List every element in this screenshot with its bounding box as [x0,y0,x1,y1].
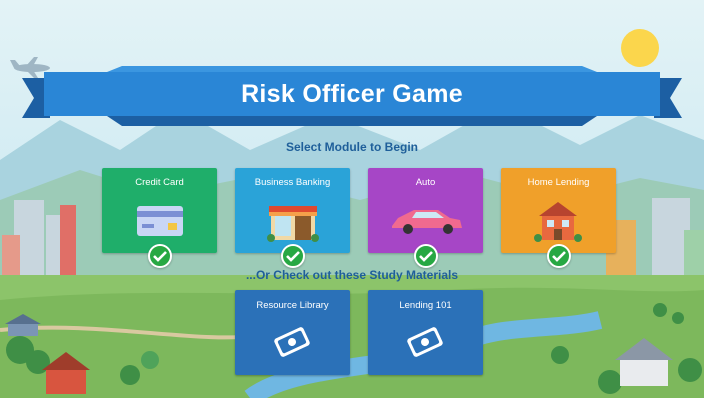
car-icon [392,210,462,234]
game-title: Risk Officer Game [241,80,463,108]
study-label: Resource Library [256,300,329,311]
completed-check-icon [148,244,172,268]
house-icon [534,202,582,242]
resource-library-button[interactable]: Resource Library [235,290,350,375]
credit-card-icon [137,206,183,236]
book-icon [407,327,443,357]
study-label: Lending 101 [399,300,452,311]
module-label: Home Lending [527,177,590,188]
select-module-heading: Select Module to Begin [285,140,418,154]
book-icon [274,327,310,357]
completed-check-icon [414,244,438,268]
module-card-auto[interactable]: Auto [368,168,483,253]
module-label: Auto [415,177,436,188]
completed-check-icon [281,244,305,268]
module-card-home-lending[interactable]: Home Lending [501,168,616,253]
lending-101-button[interactable]: Lending 101 [368,290,483,375]
sun-icon [621,29,659,67]
module-card-credit-card[interactable]: Credit Card [102,168,217,253]
module-card-business-banking[interactable]: Business Banking [235,168,350,253]
completed-check-icon [547,244,571,268]
storefront-icon [267,206,319,242]
study-materials-heading: ...Or Check out these Study Materials [245,268,459,282]
module-label: Business Banking [254,177,331,188]
module-label: Credit Card [135,177,184,188]
